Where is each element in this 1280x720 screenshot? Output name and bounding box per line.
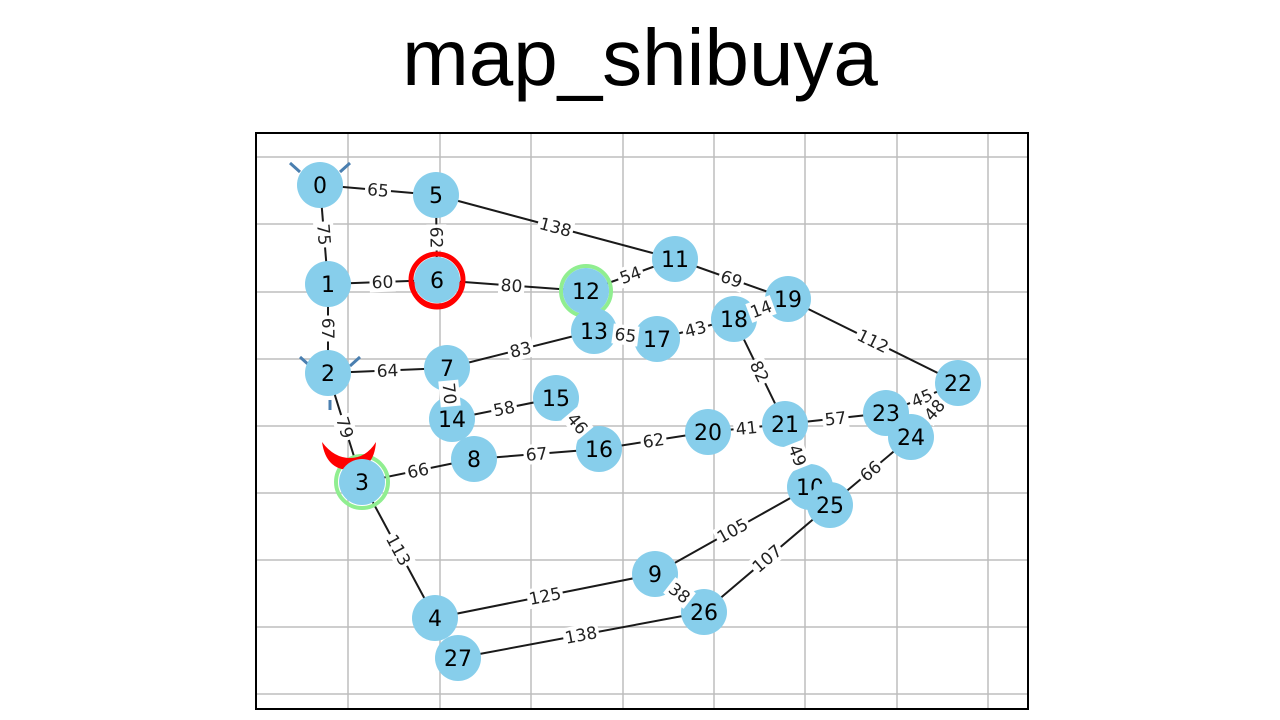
graph-node-4: 4 [412,595,458,641]
edge-weight-label: 65 [611,323,640,348]
node-label: 22 [944,372,972,397]
node-label: 17 [643,328,671,353]
graph-node-6: 6 [414,257,460,303]
edge-weight-label: 60 [369,271,396,294]
node-label: 1 [321,273,335,298]
edge-weight-label: 138 [535,212,576,242]
edge-weight-label: 112 [852,324,894,358]
edge-weight-label: 58 [489,396,519,422]
edge-weight-label: 54 [614,261,647,289]
graph-node-20: 20 [685,409,731,455]
node-label: 16 [585,438,613,463]
nodes-layer: 01234567891011121314151617181920 21222324… [297,162,981,681]
edge-weight-text: 82 [745,358,772,386]
blue-tick-marker [288,161,302,174]
graph-node-2: 2 [305,350,351,396]
edge-weight-label: 62 [639,428,668,453]
edge-weight-label: 57 [821,407,850,431]
edge-weight-text: 66 [406,460,431,484]
graph-diagram: 01234567891011121314151617181920 21222324… [255,132,1029,710]
edge-weight-label: 113 [381,529,416,571]
edge-weight-label: 79 [331,412,359,443]
graph-node-8: 8 [451,436,497,482]
node-label: 12 [572,280,600,305]
edge-weight-label: 138 [561,621,601,649]
edge-weight-text: 64 [376,361,398,382]
node-label: 15 [542,387,570,412]
node-label: 19 [774,288,802,313]
edge-weight-label: 70 [437,379,461,408]
graph-node-5: 5 [413,172,459,218]
graph-node-0: 0 [297,162,343,208]
edge-weight-text: 67 [525,444,548,466]
graph-node-24: 24 [888,414,934,460]
node-label: 18 [720,308,748,333]
graph-node-27: 27 [435,635,481,681]
graph-node-12: 12 [563,268,609,314]
node-label: 2 [321,362,335,387]
edge-weight-label: 105 [711,512,754,548]
node-label: 25 [816,494,844,519]
edge-weight-label: 65 [364,178,392,202]
edge-weight-text: 65 [613,325,637,348]
node-label: 6 [430,269,444,294]
graph-node-3: 3 [339,459,385,505]
edge-weight-text: 70 [437,382,459,405]
edge-weight-text: 80 [500,276,523,298]
graph-node-22: 22 [935,360,981,406]
edge-weight-label: 82 [744,355,775,388]
node-label: 14 [438,408,466,433]
edge-weight-text: 125 [527,584,563,610]
edge-weight-label: 41 [732,416,761,440]
edge-weight-text: 138 [537,214,574,242]
graph-node-11: 11 [652,236,698,282]
node-label: 27 [444,647,472,672]
node-label: 5 [429,184,443,209]
edge-weight-text: 62 [425,227,445,249]
node-label: 0 [313,174,327,199]
markers-layer [288,161,613,510]
node-label: 7 [440,357,454,382]
edge-weight-label: 67 [317,315,338,342]
edge-weight-label: 66 [403,458,433,484]
graph-node-25: 25 [807,482,853,528]
edge-weight-label: 75 [312,220,336,249]
edge-weight-text: 58 [492,398,517,422]
edge-weight-label: 69 [715,265,748,293]
node-label: 21 [771,413,799,438]
edge-weight-text: 60 [371,273,393,294]
graph-node-13: 13 [571,308,617,354]
edge-weight-label: 67 [522,442,551,466]
node-label: 9 [648,563,662,588]
edge-weight-text: 62 [641,430,665,453]
edge-weight-text: 57 [824,408,848,430]
node-label: 26 [690,601,718,626]
node-label: 13 [580,320,608,345]
node-label: 11 [661,248,689,273]
edge-weight-text: 67 [317,318,337,340]
node-label: 4 [428,607,442,632]
node-label: 20 [694,421,722,446]
edge-weight-text: 41 [735,418,759,440]
node-label: 24 [897,426,925,451]
edge-weight-label: 80 [497,274,526,298]
edge-weight-text: 75 [312,223,334,246]
edge-weight-label: 43 [680,316,711,342]
node-label: 3 [355,471,369,496]
node-label: 8 [467,448,481,473]
graph-node-1: 1 [305,261,351,307]
edge-weight-label: 62 [425,224,447,251]
graph-node-17: 17 [634,316,680,362]
edge-weight-text: 65 [366,180,389,202]
edge-weight-label: 64 [374,359,401,382]
